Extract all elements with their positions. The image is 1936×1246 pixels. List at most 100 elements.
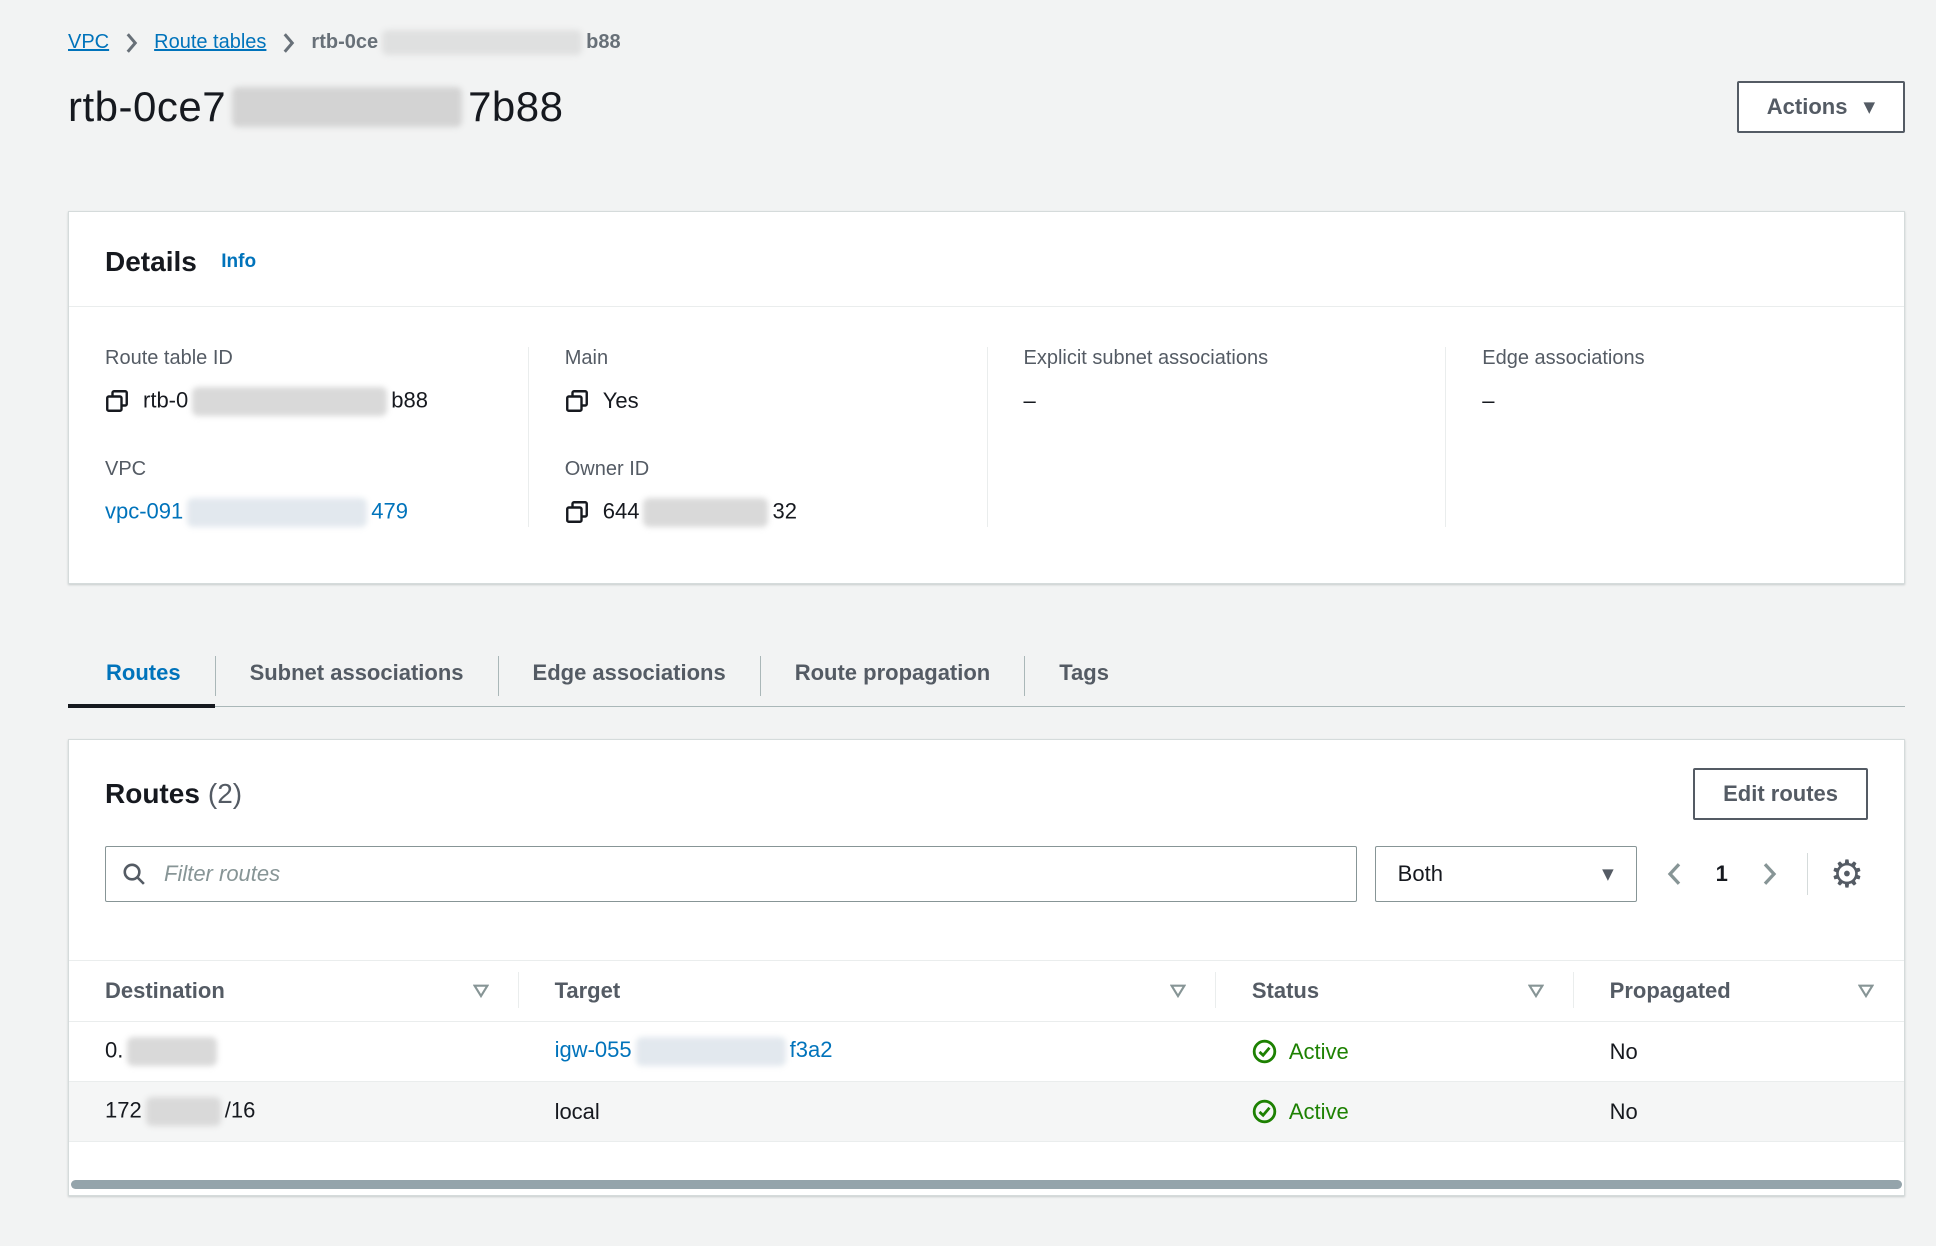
tab-edge-associations[interactable]: Edge associations (499, 646, 760, 706)
internet-gateway-link[interactable]: igw-055f3a2 (555, 1037, 833, 1062)
tab-routes[interactable]: Routes (68, 646, 215, 706)
field-route-table-id: Route table ID rtb-0b88 (105, 347, 492, 416)
status-cell: Active (1216, 1082, 1574, 1142)
routes-count: (2) (208, 778, 242, 809)
field-label: Route table ID (105, 347, 492, 370)
redacted-text (636, 1037, 786, 1066)
copy-icon[interactable] (565, 389, 589, 413)
details-card-header: Details Info (69, 212, 1904, 307)
routes-panel-header: Routes(2) Edit routes (69, 740, 1904, 820)
redacted-text (187, 498, 367, 527)
main-value: Yes (603, 388, 639, 414)
details-column-3: Explicit subnet associations – (987, 347, 1446, 527)
page-title: rtb-0ce7 7b88 (68, 83, 564, 131)
copy-icon[interactable] (105, 389, 129, 413)
caret-down-icon: ▼ (1602, 867, 1614, 882)
redacted-text (643, 498, 768, 527)
details-title: Details (105, 246, 197, 277)
field-vpc: VPC vpc-091479 (105, 458, 492, 527)
column-header-propagated[interactable]: Propagated (1574, 961, 1904, 1022)
sort-icon (473, 984, 489, 998)
status-active-check-icon (1252, 1099, 1277, 1124)
sort-icon (1528, 984, 1544, 998)
field-label: Owner ID (565, 458, 951, 481)
tab-bar: Routes Subnet associations Edge associat… (68, 646, 1905, 707)
filter-toolbar: Both ▼ 1 ⚙ (69, 820, 1904, 902)
chevron-right-icon (1762, 862, 1777, 886)
field-label: VPC (105, 458, 492, 481)
propagated-cell: No (1574, 1022, 1904, 1082)
chevron-left-icon (1667, 862, 1682, 886)
page-number[interactable]: 1 (1716, 861, 1728, 887)
caret-down-icon: ▼ (1863, 100, 1875, 115)
table-row: 172/16 local Active No (69, 1082, 1904, 1142)
details-column-4: Edge associations – (1445, 347, 1904, 527)
redacted-text (192, 387, 387, 416)
field-owner-id: Owner ID 64432 (565, 458, 951, 527)
field-value: – (1482, 386, 1868, 416)
target-cell: local (519, 1082, 1216, 1142)
column-header-destination[interactable]: Destination (69, 961, 519, 1022)
routes-panel-title: Routes(2) (105, 778, 242, 810)
copy-icon[interactable] (565, 500, 589, 524)
details-column-1: Route table ID rtb-0b88 VPC vpc (69, 347, 528, 527)
route-table-id-value: rtb-0b88 (143, 387, 428, 416)
field-label: Main (565, 347, 951, 370)
redacted-text (232, 87, 462, 127)
destination-cell: 0. (69, 1022, 519, 1082)
field-label: Edge associations (1482, 347, 1868, 370)
page: VPC Route tables rtb-0ce b88 rtb-0ce7 7b… (68, 0, 1905, 1196)
redacted-text (382, 30, 582, 55)
field-explicit-subnet-associations: Explicit subnet associations – (1024, 347, 1410, 416)
owner-id-value: 64432 (603, 498, 797, 527)
actions-button[interactable]: Actions ▼ (1737, 81, 1905, 133)
field-edge-associations: Edge associations – (1482, 347, 1868, 416)
sort-icon (1858, 984, 1874, 998)
tab-tags[interactable]: Tags (1025, 646, 1143, 706)
toolbar-divider (1807, 853, 1808, 895)
details-card: Details Info Route table ID rtb-0b88 (68, 211, 1905, 584)
breadcrumb: VPC Route tables rtb-0ce b88 (68, 0, 1905, 55)
routes-table: Destination Target Status (69, 960, 1904, 1142)
tab-subnet-associations[interactable]: Subnet associations (216, 646, 498, 706)
breadcrumb-current-item: rtb-0ce b88 (311, 30, 620, 55)
field-value: vpc-091479 (105, 497, 492, 527)
details-grid: Route table ID rtb-0b88 VPC vpc (69, 307, 1904, 583)
field-label: Explicit subnet associations (1024, 347, 1410, 370)
filter-type-dropdown[interactable]: Both ▼ (1375, 846, 1637, 902)
vpc-link[interactable]: vpc-091479 (105, 498, 408, 527)
table-header-row: Destination Target Status (69, 961, 1904, 1022)
redacted-text (146, 1097, 221, 1126)
breadcrumb-link-route-tables[interactable]: Route tables (154, 31, 266, 54)
previous-page-button[interactable] (1663, 858, 1686, 890)
column-header-target[interactable]: Target (519, 961, 1216, 1022)
status-active-check-icon (1252, 1039, 1277, 1064)
details-column-2: Main Yes Owner ID (528, 347, 987, 527)
search-icon (121, 861, 147, 887)
horizontal-scrollbar[interactable] (71, 1180, 1902, 1189)
field-main: Main Yes (565, 347, 951, 416)
settings-gear-icon[interactable]: ⚙ (1826, 855, 1868, 893)
tab-route-propagation[interactable]: Route propagation (761, 646, 1025, 706)
pagination: 1 (1655, 858, 1789, 890)
breadcrumb-link-vpc[interactable]: VPC (68, 31, 109, 54)
breadcrumb-chevron-icon (282, 33, 295, 53)
search-field-wrap (105, 846, 1357, 902)
redacted-text (127, 1037, 217, 1066)
info-link[interactable]: Info (221, 251, 256, 272)
table-row: 0. igw-055f3a2 Active No (69, 1022, 1904, 1082)
breadcrumb-chevron-icon (125, 33, 138, 53)
field-value: – (1024, 386, 1410, 416)
edit-routes-button[interactable]: Edit routes (1693, 768, 1868, 820)
routes-panel: Routes(2) Edit routes Both ▼ 1 (68, 739, 1905, 1196)
field-value: rtb-0b88 (105, 386, 492, 416)
column-header-status[interactable]: Status (1216, 961, 1574, 1022)
next-page-button[interactable] (1758, 858, 1781, 890)
destination-cell: 172/16 (69, 1082, 519, 1142)
filter-routes-input[interactable] (105, 846, 1357, 902)
field-value: Yes (565, 386, 951, 416)
sort-icon (1170, 984, 1186, 998)
page-header: rtb-0ce7 7b88 Actions ▼ (68, 81, 1905, 133)
target-cell: igw-055f3a2 (519, 1022, 1216, 1082)
status-cell: Active (1216, 1022, 1574, 1082)
